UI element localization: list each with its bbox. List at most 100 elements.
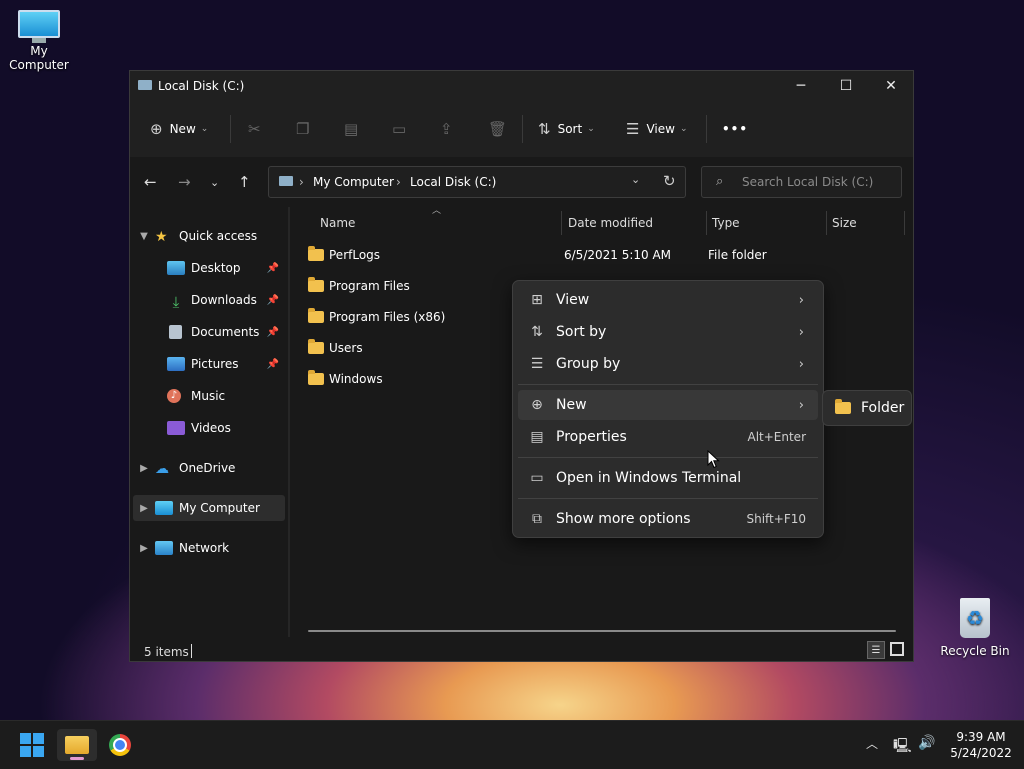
- search-box[interactable]: ⌕ Search Local Disk (C:): [701, 166, 902, 198]
- column-header-name[interactable]: Name: [320, 216, 355, 230]
- folder-icon: [308, 339, 324, 354]
- details-view-icon[interactable]: ☰: [867, 641, 885, 659]
- sidebar-item-label: My Computer: [179, 501, 260, 515]
- document-icon: [169, 325, 182, 339]
- menu-item-view[interactable]: ⊞ View ›: [518, 285, 818, 315]
- column-divider[interactable]: [706, 211, 707, 235]
- folder-icon: [308, 370, 324, 385]
- folder-icon: [308, 277, 324, 292]
- search-placeholder: Search Local Disk (C:): [742, 175, 874, 189]
- tiles-view-icon[interactable]: [890, 642, 904, 656]
- file-row[interactable]: Windows: [308, 367, 383, 391]
- address-dropdown-chevron-icon[interactable]: ⌄: [631, 173, 640, 186]
- refresh-icon[interactable]: ↻: [663, 172, 676, 190]
- menu-item-properties[interactable]: ▤ Properties Alt+Enter: [518, 422, 818, 452]
- new-submenu: Folder: [822, 390, 912, 426]
- share-button[interactable]: ⇪: [440, 115, 453, 143]
- sidebar-item-network[interactable]: ▶ Network: [133, 535, 285, 561]
- sidebar-item-quick-access[interactable]: ▼ ★ Quick access: [133, 223, 285, 249]
- copy-button[interactable]: ❐: [296, 115, 309, 143]
- file-name: PerfLogs: [329, 248, 381, 262]
- sidebar-item-label: Pictures: [191, 357, 239, 371]
- menu-item-label: Properties: [556, 429, 627, 445]
- menu-item-sort-by[interactable]: ⇅ Sort by ›: [518, 317, 818, 347]
- close-button[interactable]: ✕: [868, 71, 914, 101]
- sidebar-item-downloads[interactable]: ⤓ Downloads 📌: [133, 287, 285, 313]
- column-divider[interactable]: [561, 211, 562, 235]
- title-bar[interactable]: Local Disk (C:) ─ ☐ ✕: [130, 71, 913, 101]
- chevron-right-icon[interactable]: ▶: [133, 503, 155, 514]
- volume-icon[interactable]: 🔊: [918, 735, 935, 751]
- network-tray-icon[interactable]: 🖳: [893, 735, 912, 759]
- view-button[interactable]: ☰ View ⌄: [626, 115, 687, 143]
- menu-separator: [518, 457, 818, 458]
- delete-button[interactable]: 🗑: [488, 115, 507, 143]
- menu-item-show-more-options[interactable]: ⧉ Show more options Shift+F10: [518, 504, 818, 534]
- sidebar-item-onedrive[interactable]: ▶ ☁ OneDrive: [133, 455, 285, 481]
- file-row[interactable]: PerfLogs 6/5/2021 5:10 AM File folder: [308, 243, 908, 267]
- more-button[interactable]: •••: [722, 115, 748, 143]
- recycle-bin-icon: ♻: [960, 598, 990, 638]
- forward-arrow-icon[interactable]: →: [178, 173, 191, 191]
- chevron-up-icon[interactable]: ︿: [866, 735, 878, 752]
- cloud-icon: ☁: [155, 461, 169, 477]
- toolbar-separator: [706, 115, 707, 143]
- maximize-button[interactable]: ☐: [823, 71, 869, 101]
- taskbar-chrome[interactable]: [100, 729, 140, 761]
- sidebar-item-pictures[interactable]: Pictures 📌: [133, 351, 285, 377]
- sort-button[interactable]: ⇅ Sort ⌄: [538, 115, 595, 143]
- breadcrumb-local-disk[interactable]: Local Disk (C:): [410, 175, 496, 189]
- submenu-item-folder[interactable]: Folder: [823, 399, 904, 416]
- pane-divider[interactable]: [288, 207, 290, 637]
- menu-item-new[interactable]: ⊕ New ›: [518, 390, 818, 420]
- plus-circle-icon: ⊕: [531, 397, 543, 413]
- new-button[interactable]: ⊕ New ⌄: [150, 115, 208, 143]
- column-divider[interactable]: [904, 211, 905, 235]
- taskbar-file-explorer[interactable]: [57, 729, 97, 761]
- chevron-right-icon[interactable]: ▶: [133, 463, 155, 474]
- view-button-label: View: [646, 122, 675, 136]
- sidebar-item-documents[interactable]: Documents 📌: [133, 319, 285, 345]
- status-item-count: 5 items: [144, 645, 189, 659]
- column-header-date[interactable]: Date modified: [568, 216, 653, 230]
- file-row[interactable]: Program Files: [308, 274, 410, 298]
- clock[interactable]: 9:39 AM 5/24/2022: [946, 729, 1016, 761]
- chevron-down-icon: ⌄: [587, 124, 595, 134]
- file-row[interactable]: Users: [308, 336, 363, 360]
- toolbar-separator: [230, 115, 231, 143]
- menu-item-group-by[interactable]: ☰ Group by ›: [518, 349, 818, 379]
- active-indicator: [70, 757, 84, 760]
- column-header-size[interactable]: Size: [832, 216, 857, 230]
- file-name: Users: [329, 341, 363, 355]
- desktop-icon-my-computer[interactable]: My Computer: [0, 10, 78, 72]
- more-dots-icon: •••: [722, 122, 749, 136]
- cut-button[interactable]: ✂: [248, 115, 261, 143]
- chevron-right-icon[interactable]: ▶: [133, 543, 155, 554]
- back-arrow-icon[interactable]: ←: [144, 173, 157, 191]
- plus-circle-icon: ⊕: [150, 120, 163, 138]
- sidebar-item-desktop[interactable]: Desktop 📌: [133, 255, 285, 281]
- sidebar-item-videos[interactable]: Videos: [133, 415, 285, 441]
- scissors-icon: ✂: [248, 120, 261, 138]
- paste-button[interactable]: ▤: [344, 115, 358, 143]
- sidebar-item-my-computer[interactable]: ▶ My Computer: [133, 495, 285, 521]
- minimize-button[interactable]: ─: [778, 71, 824, 101]
- pin-icon: 📌: [266, 358, 279, 370]
- column-header-type[interactable]: Type: [712, 216, 740, 230]
- desktop-icon-recycle-bin[interactable]: ♻ Recycle Bin: [940, 598, 1010, 658]
- menu-separator: [518, 384, 818, 385]
- breadcrumb-my-computer[interactable]: My Computer: [313, 175, 394, 189]
- sidebar-item-music[interactable]: ♪ Music: [133, 383, 285, 409]
- rename-button[interactable]: ▭: [392, 115, 406, 143]
- file-row[interactable]: Program Files (x86): [308, 305, 445, 329]
- menu-item-open-terminal[interactable]: ▭ Open in Windows Terminal: [518, 463, 818, 493]
- menu-item-label: View: [556, 292, 590, 308]
- up-arrow-icon[interactable]: ↑: [238, 173, 251, 191]
- horizontal-scrollbar[interactable]: [308, 630, 896, 632]
- column-divider[interactable]: [826, 211, 827, 235]
- address-bar[interactable]: › My Computer › Local Disk (C:) ⌄ ↻: [268, 166, 686, 198]
- drive-icon: [138, 80, 152, 90]
- recent-chevron-icon[interactable]: ⌄: [210, 176, 219, 189]
- start-button[interactable]: [12, 729, 52, 761]
- chevron-down-icon[interactable]: ▼: [133, 231, 155, 242]
